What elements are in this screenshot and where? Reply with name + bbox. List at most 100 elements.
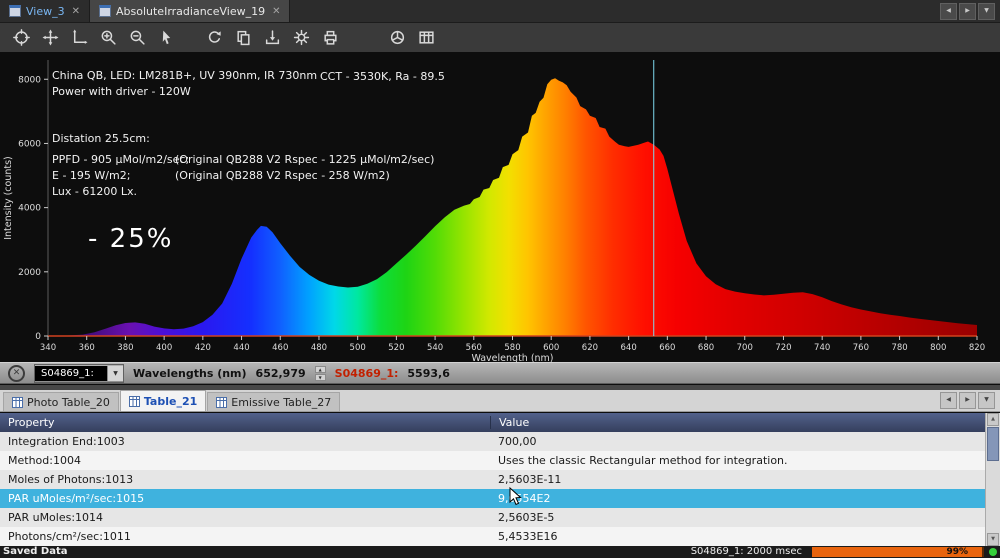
tab-menu-button[interactable]: ▼ (978, 2, 995, 20)
svg-text:480: 480 (311, 343, 327, 353)
color-wheel-icon[interactable] (384, 26, 410, 50)
scroll-right-button[interactable]: ▶ (959, 2, 976, 20)
value-cell: 700,00 (498, 435, 537, 448)
tab-absolute-irradiance-view[interactable]: AbsoluteIrradianceView_19 ✕ (89, 0, 291, 22)
close-tab-icon[interactable]: ✕ (272, 6, 280, 17)
tab-emissive-table[interactable]: Emissive Table_27 (207, 392, 341, 411)
svg-text:640: 640 (621, 343, 637, 353)
annotation-irradiance-reference: (Original QB288 V2 Rspec - 258 W/m2) (175, 169, 390, 182)
svg-text:Intensity (counts): Intensity (counts) (3, 156, 14, 240)
tab-view-3[interactable]: View_3 ✕ (0, 0, 89, 22)
scrollbar-thumb[interactable] (987, 427, 999, 461)
save-graph-icon[interactable] (259, 26, 285, 50)
spinner-down-icon[interactable]: ▼ (314, 373, 326, 381)
column-header-value[interactable]: Value (490, 416, 529, 429)
svg-text:580: 580 (504, 343, 520, 353)
svg-text:340: 340 (40, 343, 56, 353)
value-cell: 2,5603E-11 (498, 473, 562, 486)
pan-icon[interactable] (37, 26, 63, 50)
svg-text:740: 740 (814, 343, 830, 353)
svg-text:600: 600 (543, 343, 559, 353)
table-scrollbar[interactable]: ▲ ▼ (985, 413, 1000, 546)
table-row[interactable]: Photons/cm²/sec:1011 5,4533E16 (0, 527, 985, 546)
svg-text:820: 820 (969, 343, 985, 353)
scroll-left-button[interactable]: ◀ (940, 392, 957, 409)
chevron-down-icon[interactable]: ▼ (107, 365, 123, 381)
table-row[interactable]: PAR uMoles/m²/sec:1015 9,0554E2 (0, 489, 985, 508)
table-icon (12, 396, 23, 408)
annotation-delta-percent: - 25% (88, 224, 174, 254)
tab-label: View_3 (26, 4, 65, 18)
table-row[interactable]: Method:1004 Uses the classic Rectangular… (0, 451, 985, 470)
wavelength-spinner[interactable]: ▲ ▼ (314, 365, 326, 381)
svg-text:0: 0 (35, 332, 41, 342)
annotation-ppfd-reference: (Original QB288 V2 Rspec - 1225 µMol/m2/… (175, 153, 435, 166)
scrollbar-down-icon[interactable]: ▼ (987, 533, 999, 546)
svg-text:8000: 8000 (18, 75, 41, 85)
svg-text:620: 620 (582, 343, 598, 353)
svg-text:520: 520 (388, 343, 404, 353)
svg-text:540: 540 (427, 343, 443, 353)
wavelength-value: 652,979 (255, 366, 306, 380)
table-icon (216, 396, 228, 408)
annotation-distance: Distation 25.5cm: (52, 132, 150, 145)
tab-table-21[interactable]: Table_21 (119, 390, 207, 411)
property-cell: PAR uMoles:1014 (8, 511, 104, 524)
property-cell: Integration End:1003 (8, 435, 125, 448)
svg-text:560: 560 (466, 343, 482, 353)
svg-text:2000: 2000 (18, 268, 41, 278)
table-row[interactable]: PAR uMoles:1014 2,5603E-5 (0, 508, 985, 527)
remove-cursor-icon[interactable]: ✕ (8, 364, 25, 382)
svg-text:420: 420 (195, 343, 211, 353)
tab-label: Photo Table_20 (27, 395, 110, 409)
window-controls: ◀ ▶ ▼ (935, 0, 1000, 22)
property-cell: PAR uMoles/m²/sec:1015 (8, 492, 145, 505)
scroll-left-button[interactable]: ◀ (940, 2, 957, 20)
copy-graph-icon[interactable] (230, 26, 256, 50)
spectrum-source-dropdown[interactable]: S04869_1: ▼ (34, 363, 124, 383)
spinner-up-icon[interactable]: ▲ (314, 365, 326, 373)
zoom-in-icon[interactable] (95, 26, 121, 50)
spectrum-chart[interactable]: 0 2000 4000 6000 8000 340 360 380 400 420 440 460 48… (0, 52, 1000, 364)
column-header-property[interactable]: Property (0, 416, 490, 429)
table-icon (128, 395, 140, 407)
panel-window-controls: ◀ ▶ ▼ (935, 390, 1000, 411)
value-cell: 2,5603E-5 (498, 511, 555, 524)
center-view-icon[interactable] (8, 26, 34, 50)
scroll-right-button[interactable]: ▶ (959, 392, 976, 409)
property-cell: Photons/cm²/sec:1011 (8, 530, 131, 543)
close-tab-icon[interactable]: ✕ (72, 6, 80, 17)
spectrum-plot: 0 2000 4000 6000 8000 340 360 380 400 420 440 460 48… (3, 60, 985, 364)
table-row[interactable]: Moles of Photons:1013 2,5603E-11 (0, 470, 985, 489)
chart-toolbar (0, 23, 1000, 53)
document-tab-bar: View_3 ✕ AbsoluteIrradianceView_19 ✕ ◀ ▶… (0, 0, 1000, 23)
status-bar: Saved Data S04869_1: 2000 msec 99% (0, 546, 1000, 558)
svg-text:6000: 6000 (18, 139, 41, 149)
table-view-icon[interactable] (413, 26, 439, 50)
status-message: Saved Data (3, 546, 68, 557)
tab-menu-button[interactable]: ▼ (978, 392, 995, 409)
settings-gear-icon[interactable] (288, 26, 314, 50)
annotation-power: Power with driver - 120W (52, 85, 191, 98)
table-row[interactable]: Integration End:1003 700,00 (0, 432, 985, 451)
annotation-led-description: China QB, LED: LM281B+, UV 390nm, IR 730… (52, 69, 318, 82)
move-axes-icon[interactable] (66, 26, 92, 50)
cursor-status-strip: ✕ S04869_1: ▼ Wavelengths (nm) 652,979 ▲… (0, 362, 1000, 384)
svg-text:380: 380 (117, 343, 133, 353)
svg-text:680: 680 (698, 343, 714, 353)
annotation-irradiance: E - 195 W/m2; (52, 169, 131, 182)
zoom-out-icon[interactable] (124, 26, 150, 50)
tab-photo-table[interactable]: Photo Table_20 (3, 392, 119, 411)
svg-text:780: 780 (891, 343, 907, 353)
svg-text:500: 500 (350, 343, 366, 353)
progress-percent: 99% (946, 547, 968, 557)
print-icon[interactable] (317, 26, 343, 50)
scrollbar-up-icon[interactable]: ▲ (987, 413, 999, 426)
refresh-icon[interactable] (201, 26, 227, 50)
property-cell: Moles of Photons:1013 (8, 473, 134, 486)
property-cell: Method:1004 (8, 454, 81, 467)
svg-text:360: 360 (79, 343, 95, 353)
svg-text:700: 700 (737, 343, 753, 353)
pointer-tool-icon[interactable] (153, 26, 179, 50)
tab-label: Table_21 (143, 394, 198, 408)
